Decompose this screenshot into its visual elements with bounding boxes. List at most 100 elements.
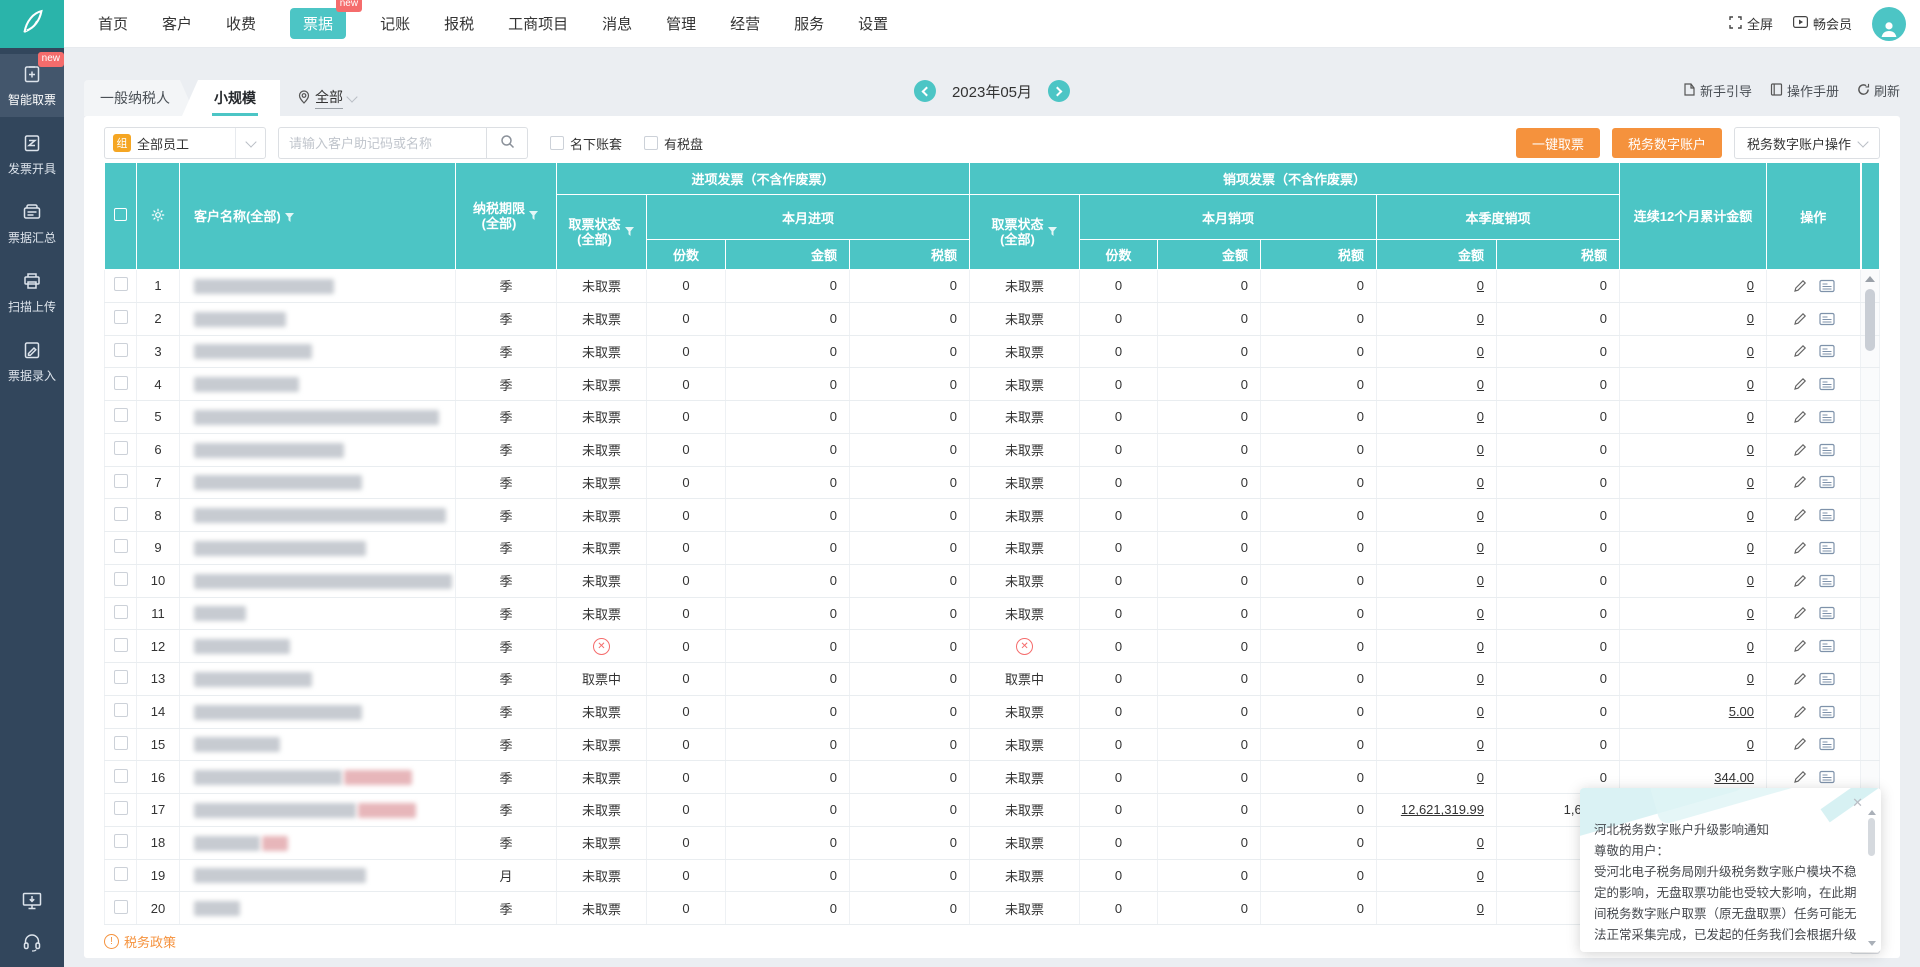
- invoice-card-icon[interactable]: [1818, 705, 1835, 719]
- customer-name-cell[interactable]: [179, 859, 456, 893]
- edit-icon[interactable]: [1793, 606, 1807, 620]
- region-selector[interactable]: 全部: [298, 80, 358, 116]
- fullscreen-button[interactable]: 全屏: [1729, 14, 1773, 33]
- tax-period-header[interactable]: 纳税期限 (全部): [455, 162, 557, 270]
- quarter-amount-link[interactable]: 0: [1477, 901, 1484, 916]
- output-status-header[interactable]: 取票状态 (全部): [969, 194, 1081, 270]
- 12month-total-link[interactable]: 0: [1747, 475, 1754, 490]
- edit-icon[interactable]: [1793, 475, 1807, 489]
- tax-account-ops-dropdown[interactable]: 税务数字账户操作: [1733, 127, 1880, 159]
- beginner-guide-link[interactable]: 新手引导: [1683, 81, 1752, 100]
- invoice-card-icon[interactable]: [1818, 279, 1835, 293]
- user-avatar[interactable]: [1872, 6, 1906, 41]
- row-checkbox[interactable]: [113, 899, 128, 914]
- gear-icon[interactable]: [151, 208, 165, 225]
- scroll-up-arrow-icon[interactable]: [1868, 810, 1876, 815]
- row-checkbox[interactable]: [113, 408, 128, 423]
- nav-item-7[interactable]: 消息: [602, 13, 632, 34]
- 12month-total-link[interactable]: 0: [1747, 508, 1754, 523]
- quarter-amount-link[interactable]: 0: [1477, 639, 1484, 654]
- nav-item-0[interactable]: 首页: [98, 13, 128, 34]
- 12month-total-link[interactable]: 0: [1747, 671, 1754, 686]
- edit-icon[interactable]: [1793, 377, 1807, 391]
- row-checkbox[interactable]: [113, 375, 128, 390]
- edit-icon[interactable]: [1793, 705, 1807, 719]
- 12month-total-link[interactable]: 0: [1747, 573, 1754, 588]
- tax-disk-checkbox-group[interactable]: 有税盘: [644, 134, 703, 153]
- edit-icon[interactable]: [1793, 770, 1807, 784]
- quarter-amount-link[interactable]: 0: [1477, 606, 1484, 621]
- row-checkbox[interactable]: [113, 735, 128, 750]
- nav-item-1[interactable]: 客户: [162, 13, 192, 34]
- search-button[interactable]: [486, 127, 528, 159]
- nav-item-3[interactable]: 票据 new: [290, 0, 363, 39]
- scroll-down-arrow-icon[interactable]: [1868, 941, 1876, 946]
- quarter-amount-link[interactable]: 0: [1477, 770, 1484, 785]
- customer-name-cell[interactable]: [179, 597, 456, 631]
- quarter-amount-link[interactable]: 0: [1477, 573, 1484, 588]
- invoice-card-icon[interactable]: [1818, 639, 1835, 653]
- customer-name-cell[interactable]: [179, 760, 456, 794]
- 12month-total-link[interactable]: 344.00: [1714, 770, 1754, 785]
- invoice-card-icon[interactable]: [1818, 606, 1835, 620]
- 12month-total-link[interactable]: 0: [1747, 442, 1754, 457]
- customer-name-cell[interactable]: [179, 466, 456, 500]
- filter-funnel-icon[interactable]: [624, 225, 635, 240]
- tab-general-taxpayer[interactable]: 一般纳税人: [84, 80, 196, 116]
- customer-name-header[interactable]: 客户名称(全部): [179, 162, 456, 270]
- edit-icon[interactable]: [1793, 410, 1807, 424]
- monitor-download-icon[interactable]: [21, 891, 43, 914]
- quarter-amount-link[interactable]: 12,621,319.99: [1401, 802, 1484, 817]
- customer-name-cell[interactable]: [179, 302, 456, 336]
- next-month-button[interactable]: [1048, 80, 1071, 102]
- customer-name-cell[interactable]: [179, 531, 456, 565]
- sidebar-item-4[interactable]: 票据录入: [0, 330, 64, 393]
- row-checkbox[interactable]: [113, 342, 128, 357]
- quarter-amount-link[interactable]: 0: [1477, 835, 1484, 850]
- row-checkbox[interactable]: [113, 572, 128, 587]
- customer-name-cell[interactable]: [179, 728, 456, 762]
- headset-icon[interactable]: [22, 932, 42, 955]
- popup-scrollbar[interactable]: [1866, 810, 1878, 946]
- quarter-amount-link[interactable]: 0: [1477, 508, 1484, 523]
- customer-name-cell[interactable]: [179, 564, 456, 598]
- row-checkbox[interactable]: [113, 866, 128, 881]
- quarter-amount-link[interactable]: 0: [1477, 344, 1484, 359]
- invoice-card-icon[interactable]: [1818, 475, 1835, 489]
- row-checkbox[interactable]: [113, 310, 128, 325]
- row-checkbox[interactable]: [113, 539, 128, 554]
- edit-icon[interactable]: [1793, 574, 1807, 588]
- quarter-amount-link[interactable]: 0: [1477, 377, 1484, 392]
- 12month-total-link[interactable]: 0: [1747, 344, 1754, 359]
- 12month-total-link[interactable]: 0: [1747, 737, 1754, 752]
- 12month-total-link[interactable]: 0: [1747, 639, 1754, 654]
- row-checkbox[interactable]: [113, 834, 128, 849]
- edit-icon[interactable]: [1793, 541, 1807, 555]
- fetch-error-icon[interactable]: ✕: [593, 638, 610, 656]
- sidebar-item-0[interactable]: 智能取票 new: [0, 52, 64, 117]
- customer-name-cell[interactable]: [179, 629, 456, 663]
- nav-item-2[interactable]: 收费: [226, 13, 256, 34]
- 12month-total-link[interactable]: 5.00: [1729, 704, 1754, 719]
- row-checkbox[interactable]: [113, 604, 128, 619]
- quarter-amount-link[interactable]: 0: [1477, 409, 1484, 424]
- quarter-amount-link[interactable]: 0: [1477, 704, 1484, 719]
- invoice-card-icon[interactable]: [1818, 344, 1835, 358]
- row-checkbox[interactable]: [113, 801, 128, 816]
- app-logo[interactable]: [0, 0, 64, 48]
- invoice-card-icon[interactable]: [1818, 574, 1835, 588]
- sidebar-item-3[interactable]: 扫描上传: [0, 261, 64, 324]
- employee-select[interactable]: 组 全部员工: [104, 127, 266, 159]
- row-checkbox[interactable]: [113, 473, 128, 488]
- invoice-card-icon[interactable]: [1818, 443, 1835, 457]
- tax-policy-link[interactable]: ! 税务政策: [104, 932, 176, 951]
- customer-name-cell[interactable]: [179, 793, 456, 827]
- nav-item-4[interactable]: 记账: [380, 13, 410, 34]
- customer-name-cell[interactable]: [179, 891, 456, 925]
- invoice-card-icon[interactable]: [1818, 541, 1835, 555]
- nav-item-9[interactable]: 经营: [730, 13, 760, 34]
- customer-name-cell[interactable]: [179, 433, 456, 467]
- input-status-header[interactable]: 取票状态 (全部): [556, 194, 647, 270]
- filter-funnel-icon[interactable]: [284, 211, 295, 226]
- edit-icon[interactable]: [1793, 443, 1807, 457]
